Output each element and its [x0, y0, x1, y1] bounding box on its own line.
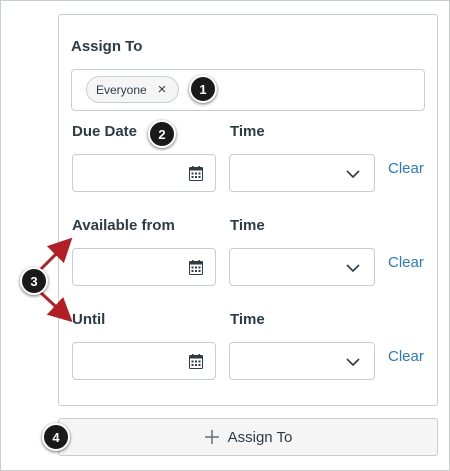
- callout-4: 4: [42, 423, 70, 451]
- add-assign-to-button[interactable]: Assign To: [58, 418, 438, 456]
- add-assign-to-label: Assign To: [227, 428, 293, 446]
- arrow-to-available-from: [38, 237, 73, 272]
- arrow-to-until: [38, 290, 73, 323]
- callout-arrows: [38, 237, 73, 323]
- plus-icon: [204, 429, 220, 445]
- callout-3: 3: [20, 267, 48, 295]
